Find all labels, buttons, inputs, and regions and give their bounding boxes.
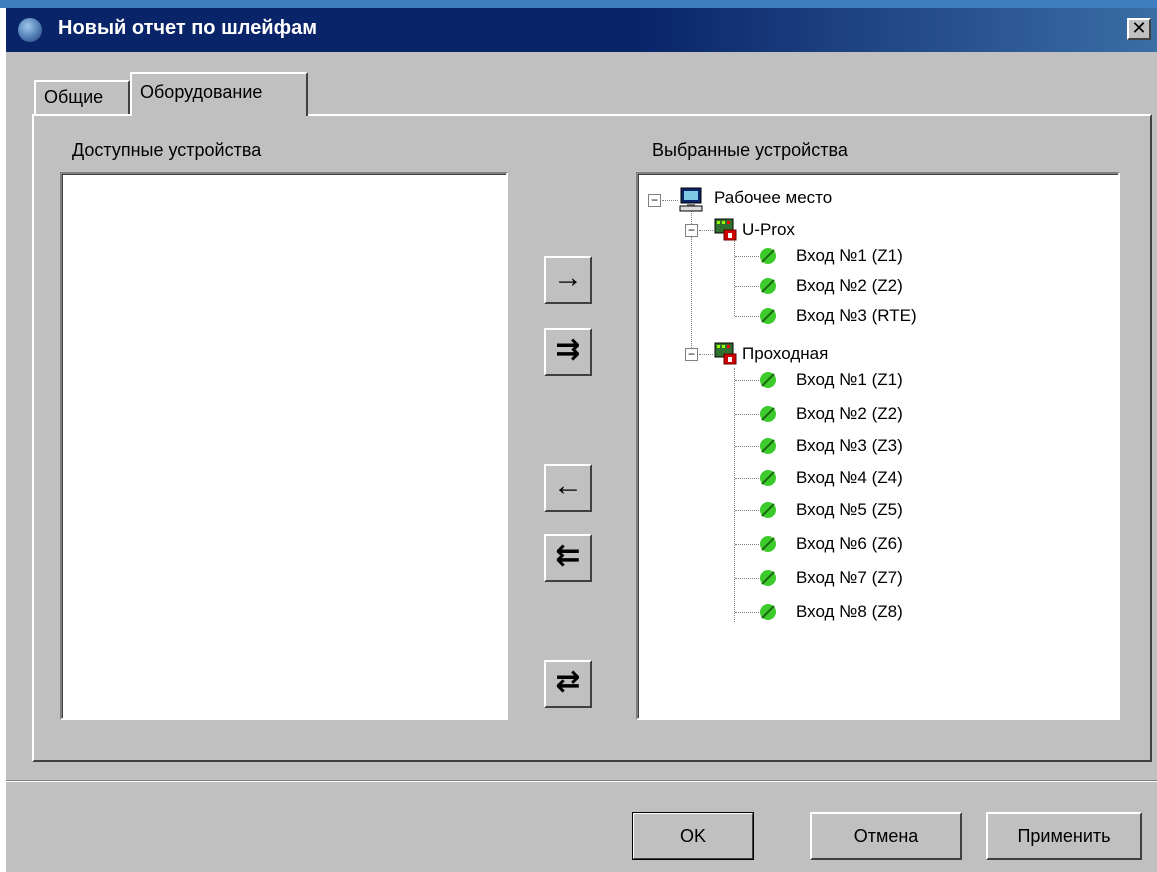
zone-item[interactable]: Вход №3 (RTE) [796,302,917,330]
zone-status-icon [760,372,776,388]
swap-button[interactable]: ⇄ [544,660,592,708]
zone-item[interactable]: Вход №4 (Z4) [796,464,903,492]
remove-all-button[interactable]: ⇇ [544,534,592,582]
checkpoint-collapse-icon[interactable]: − [685,348,698,361]
close-button[interactable]: ✕ [1127,18,1151,40]
uprox-collapse-icon[interactable]: − [685,224,698,237]
zone-item[interactable]: Вход №7 (Z7) [796,564,903,592]
zone-item[interactable]: Вход №1 (Z1) [796,242,903,270]
available-devices-list[interactable] [60,172,508,720]
zone-item[interactable]: Вход №2 (Z2) [796,272,903,300]
zone-status-icon [760,278,776,294]
add-all-button[interactable]: ⇉ [544,328,592,376]
desktop-strip [0,0,1157,8]
workstation-icon [679,187,703,212]
tab-equipment[interactable]: Оборудование [130,72,308,116]
cancel-button[interactable]: Отмена [810,812,962,860]
zone-status-icon [760,536,776,552]
root-collapse-icon[interactable]: − [648,194,661,207]
zone-item[interactable]: Вход №3 (Z3) [796,432,903,460]
ok-button[interactable]: OK [632,812,754,860]
zone-item[interactable]: Вход №6 (Z6) [796,530,903,558]
tree-root-label[interactable]: Рабочее место [714,184,832,212]
zone-item[interactable]: Вход №1 (Z1) [796,366,903,394]
selected-devices-label: Выбранные устройства [652,140,848,160]
controller-uprox-icon [714,218,737,241]
window-title: Новый отчет по шлейфам [58,17,318,39]
apply-button[interactable]: Применить [986,812,1142,860]
zone-item[interactable]: Вход №5 (Z5) [796,496,903,524]
controller-uprox-label[interactable]: U-Prox [742,216,795,244]
remove-one-button[interactable]: ← [544,464,592,512]
zone-status-icon [760,308,776,324]
zone-item[interactable]: Вход №2 (Z2) [796,400,903,428]
zone-status-icon [760,502,776,518]
tab-general[interactable]: Общие [34,80,130,114]
app-globe-icon [18,18,42,42]
footer-separator [6,780,1157,782]
zone-status-icon [760,604,776,620]
selected-devices-tree[interactable]: − Рабочее место − U-Prox Вход №1 (Z1) Вх… [636,172,1120,720]
zone-status-icon [760,406,776,422]
controller-checkpoint-label[interactable]: Проходная [742,340,828,368]
add-one-button[interactable]: → [544,256,592,304]
zone-status-icon [760,438,776,454]
report-dialog: Новый отчет по шлейфам ✕ Общие Оборудова… [4,8,1157,872]
title-bar[interactable]: Новый отчет по шлейфам ✕ [6,8,1157,52]
controller-checkpoint-icon [714,342,737,365]
zone-status-icon [760,248,776,264]
zone-status-icon [760,470,776,486]
available-devices-label: Доступные устройства [72,140,262,160]
zone-item[interactable]: Вход №8 (Z8) [796,598,903,626]
zone-status-icon [760,570,776,586]
